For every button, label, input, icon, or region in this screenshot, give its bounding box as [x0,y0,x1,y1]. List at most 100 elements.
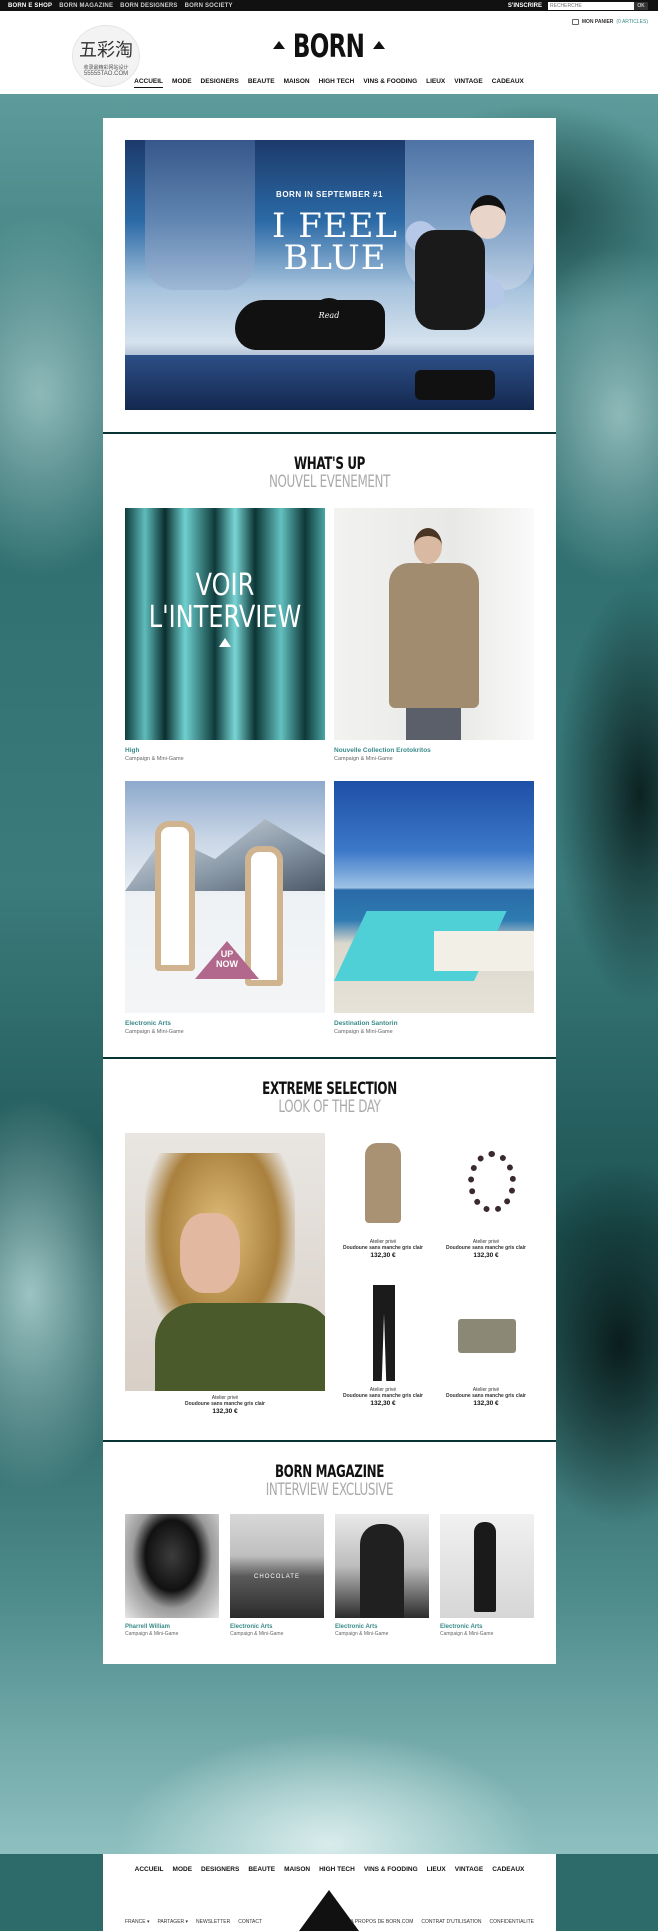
nav-item-accueil[interactable]: ACCUEIL [134,78,164,88]
nav-item-beaute[interactable]: BEAUTE [248,78,275,88]
magazine-item-subtitle: Campaign & Mini-Game [440,1631,494,1637]
product-name[interactable]: Doudoune sans manche gris clair [333,1245,433,1251]
card-interview[interactable]: VOIR L'INTERVIEW High Campaign & Mini-Ga… [125,508,325,762]
nav-item-vins-fooding[interactable]: VINS & FOODING [363,78,417,88]
card-image-ski: UP NOW [125,781,325,1013]
brand-logo[interactable]: BORN [0,27,658,65]
nav-item-maison[interactable]: MAISON [284,78,310,88]
product-card[interactable]: Atelier privé Doudoune sans manche gris … [333,1133,433,1259]
product-name[interactable]: Doudoune sans manche gris clair [333,1393,433,1399]
magazine-image [125,1514,219,1618]
footer-link-contact[interactable]: CONTACT [238,1919,262,1925]
product-name[interactable]: Doudoune sans manche gris clair [436,1245,536,1251]
product-card[interactable]: Atelier privé Doudoune sans manche gris … [436,1281,536,1407]
hero-banner[interactable]: BORN IN SEPTEMBER #1 I FEEL BLUE Read [125,140,534,410]
signin-link[interactable]: S'INSCRIRE [508,3,542,9]
whats-up-subtitle: NOUVEL EVENEMENT [268,472,391,492]
top-link-magazine[interactable]: BORN MAGAZINE [59,3,113,9]
product-price: 132,30 € [212,1408,238,1415]
footer-nav-lieux[interactable]: LIEUX [427,1866,446,1873]
magazine-item[interactable]: Pharrell William Campaign & Mini-Game [125,1514,219,1637]
cart-count: (0 ARTICLES) [616,19,648,25]
footer-nav-cadeaux[interactable]: CADEAUX [492,1866,524,1873]
footer-nav-vins-fooding[interactable]: VINS & FOODING [364,1866,418,1873]
magazine-item-title[interactable]: Electronic Arts [230,1624,324,1630]
hero-handbag [415,370,495,400]
nav-item-vintage[interactable]: VINTAGE [454,78,482,88]
search-ok-button[interactable]: OK [634,1,648,10]
nav-item-high-tech[interactable]: HIGH TECH [319,78,355,88]
main-nav: ACCUEIL MODE DESIGNERS BEAUTE MAISON HIG… [0,78,658,88]
magazine-item-subtitle: Campaign & Mini-Game [335,1631,389,1637]
nav-item-cadeaux[interactable]: CADEAUX [492,78,524,88]
magazine-image-overlay: CHOCOLATE [254,1574,300,1580]
top-link-designers[interactable]: BORN DESIGNERS [120,3,177,9]
card-title[interactable]: Electronic Arts [125,1020,325,1027]
footer-right-links: A PROPOS DE BORN.COM CONTRAT D'UTILISATI… [350,1919,534,1925]
nav-item-designers[interactable]: DESIGNERS [201,78,239,88]
card-title[interactable]: Nouvelle Collection Erotokritos [334,747,534,754]
card-title[interactable]: High [125,747,325,754]
footer-nav-mode[interactable]: MODE [173,1866,193,1873]
footer-nav-beaute[interactable]: BEAUTE [248,1866,275,1873]
magazine-image [335,1514,429,1618]
product-card[interactable]: Atelier privé Doudoune sans manche gris … [436,1133,536,1259]
extreme-selection-section: EXTREME SELECTION LOOK OF THE DAY Atelie… [103,1059,556,1441]
product-card[interactable]: Atelier privé Doudoune sans manche gris … [333,1281,433,1407]
magazine-item[interactable]: Electronic Arts Campaign & Mini-Game [335,1514,429,1637]
hero-read-button[interactable]: Read [311,298,347,334]
card-electronic-arts[interactable]: UP NOW Electronic Arts Campaign & Mini-G… [125,781,325,1035]
footer-nav-designers[interactable]: DESIGNERS [201,1866,239,1873]
card-title[interactable]: Destination Santorin [334,1020,534,1027]
magazine-image [440,1514,534,1618]
footer-nav-maison[interactable]: MAISON [284,1866,310,1873]
extreme-title: EXTREME SELECTION [262,1079,397,1099]
magazine-section: BORN MAGAZINE INTERVIEW EXCLUSIVE Pharre… [103,1442,556,1664]
card-subtitle: Campaign & Mini-Game [334,756,393,762]
look-of-the-day-image[interactable] [125,1133,325,1391]
magazine-item[interactable]: Electronic Arts Campaign & Mini-Game [440,1514,534,1637]
up-now-line1: UP [220,949,234,959]
cart-link[interactable]: MON PANIER (0 ARTICLES) [571,19,648,25]
watermark-logo-tagline: 收录最精彩网站设计 [83,65,129,71]
magazine-item-title[interactable]: Pharrell William [125,1624,219,1630]
magazine-item-title[interactable]: Electronic Arts [440,1624,534,1630]
top-link-society[interactable]: BORN SOCIETY [185,3,233,9]
card-santorin[interactable]: Destination Santorin Campaign & Mini-Gam… [334,781,534,1035]
search-input[interactable] [548,1,648,10]
product-image [436,1133,536,1237]
top-link-eshop[interactable]: BORN E SHOP [8,3,52,9]
up-now-text: UP NOW [195,949,259,969]
magazine-item-subtitle: Campaign & Mini-Game [230,1631,284,1637]
footer-link-terms[interactable]: CONTRAT D'UTILISATION [421,1919,481,1925]
product-name[interactable]: Doudoune sans manche gris clair [436,1393,536,1399]
nav-item-lieux[interactable]: LIEUX [426,78,445,88]
card-collection[interactable]: Nouvelle Collection Erotokritos Campaign… [334,508,534,762]
footer-left-links: FRANCE ▾ PARTAGER ▾ NEWSLETTER CONTACT [125,1919,262,1925]
model-head [414,528,442,564]
nav-item-mode[interactable]: MODE [172,78,192,88]
up-now-line2: NOW [216,959,238,969]
whats-up-heading: WHAT'S UP NOUVEL EVENEMENT [103,454,556,492]
product-name[interactable]: Doudoune sans manche gris clair [125,1401,325,1407]
skier-left [155,821,195,971]
magazine-item-subtitle: Campaign & Mini-Game [125,1631,179,1637]
footer-link-newsletter[interactable]: NEWSLETTER [196,1919,230,1925]
magazine-item[interactable]: CHOCOLATE Electronic Arts Campaign & Min… [230,1514,324,1637]
magazine-item-title[interactable]: Electronic Arts [335,1624,429,1630]
footer-nav: ACCUEIL MODE DESIGNERS BEAUTE MAISON HIG… [103,1866,556,1873]
footer-link-privacy[interactable]: CONFIDENTIALITE [490,1919,534,1925]
footer-link-about[interactable]: A PROPOS DE BORN.COM [350,1919,413,1925]
footer-link-country[interactable]: FRANCE ▾ [125,1919,149,1925]
look-caption: Atelier privé Doudoune sans manche gris … [125,1395,325,1415]
product-price: 132,30 € [473,1252,499,1259]
extreme-subtitle: LOOK OF THE DAY [278,1097,381,1117]
footer-link-share[interactable]: PARTAGER ▾ [157,1919,188,1925]
whats-up-title: WHAT'S UP [293,454,366,474]
footer-nav-high-tech[interactable]: HIGH TECH [319,1866,355,1873]
footer-nav-accueil[interactable]: ACCUEIL [135,1866,164,1873]
interview-overlay: VOIR L'INTERVIEW [145,570,305,634]
footer-nav-vintage[interactable]: VINTAGE [455,1866,483,1873]
hero-kicker: BORN IN SEPTEMBER #1 [276,190,383,199]
magazine-heading: BORN MAGAZINE INTERVIEW EXCLUSIVE [103,1462,556,1500]
